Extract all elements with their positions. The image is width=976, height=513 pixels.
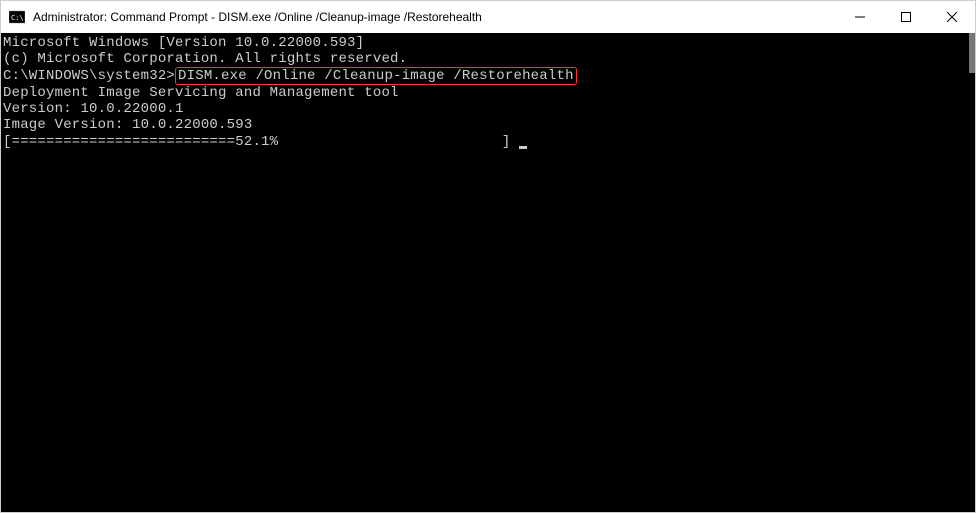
titlebar[interactable]: C:\ Administrator: Command Prompt - DISM… — [1, 1, 975, 33]
cursor — [519, 146, 527, 149]
scrollbar-thumb[interactable] — [969, 33, 975, 73]
command-highlight: DISM.exe /Online /Cleanup-image /Restore… — [175, 67, 577, 85]
tool-name-line: Deployment Image Servicing and Managemen… — [3, 85, 975, 101]
minimize-button[interactable] — [837, 1, 883, 33]
window-title: Administrator: Command Prompt - DISM.exe… — [33, 10, 837, 24]
command-prompt-window: C:\ Administrator: Command Prompt - DISM… — [0, 0, 976, 513]
prompt-line: C:\WINDOWS\system32>DISM.exe /Online /Cl… — [3, 67, 975, 85]
copyright-line: (c) Microsoft Corporation. All rights re… — [3, 51, 975, 67]
prompt-path: C:\WINDOWS\system32> — [3, 68, 175, 84]
progress-bar-left: [==========================52.1% — [3, 134, 278, 150]
svg-text:C:\: C:\ — [11, 14, 24, 22]
image-version-line: Image Version: 10.0.22000.593 — [3, 117, 975, 133]
progress-bar-right: ] — [278, 134, 519, 150]
maximize-button[interactable] — [883, 1, 929, 33]
close-button[interactable] — [929, 1, 975, 33]
terminal-area[interactable]: Microsoft Windows [Version 10.0.22000.59… — [1, 33, 975, 512]
os-version-line: Microsoft Windows [Version 10.0.22000.59… — [3, 35, 975, 51]
cmd-icon: C:\ — [9, 9, 25, 25]
window-controls — [837, 1, 975, 33]
progress-line: [==========================52.1% ] — [3, 134, 975, 150]
tool-version-line: Version: 10.0.22000.1 — [3, 101, 975, 117]
